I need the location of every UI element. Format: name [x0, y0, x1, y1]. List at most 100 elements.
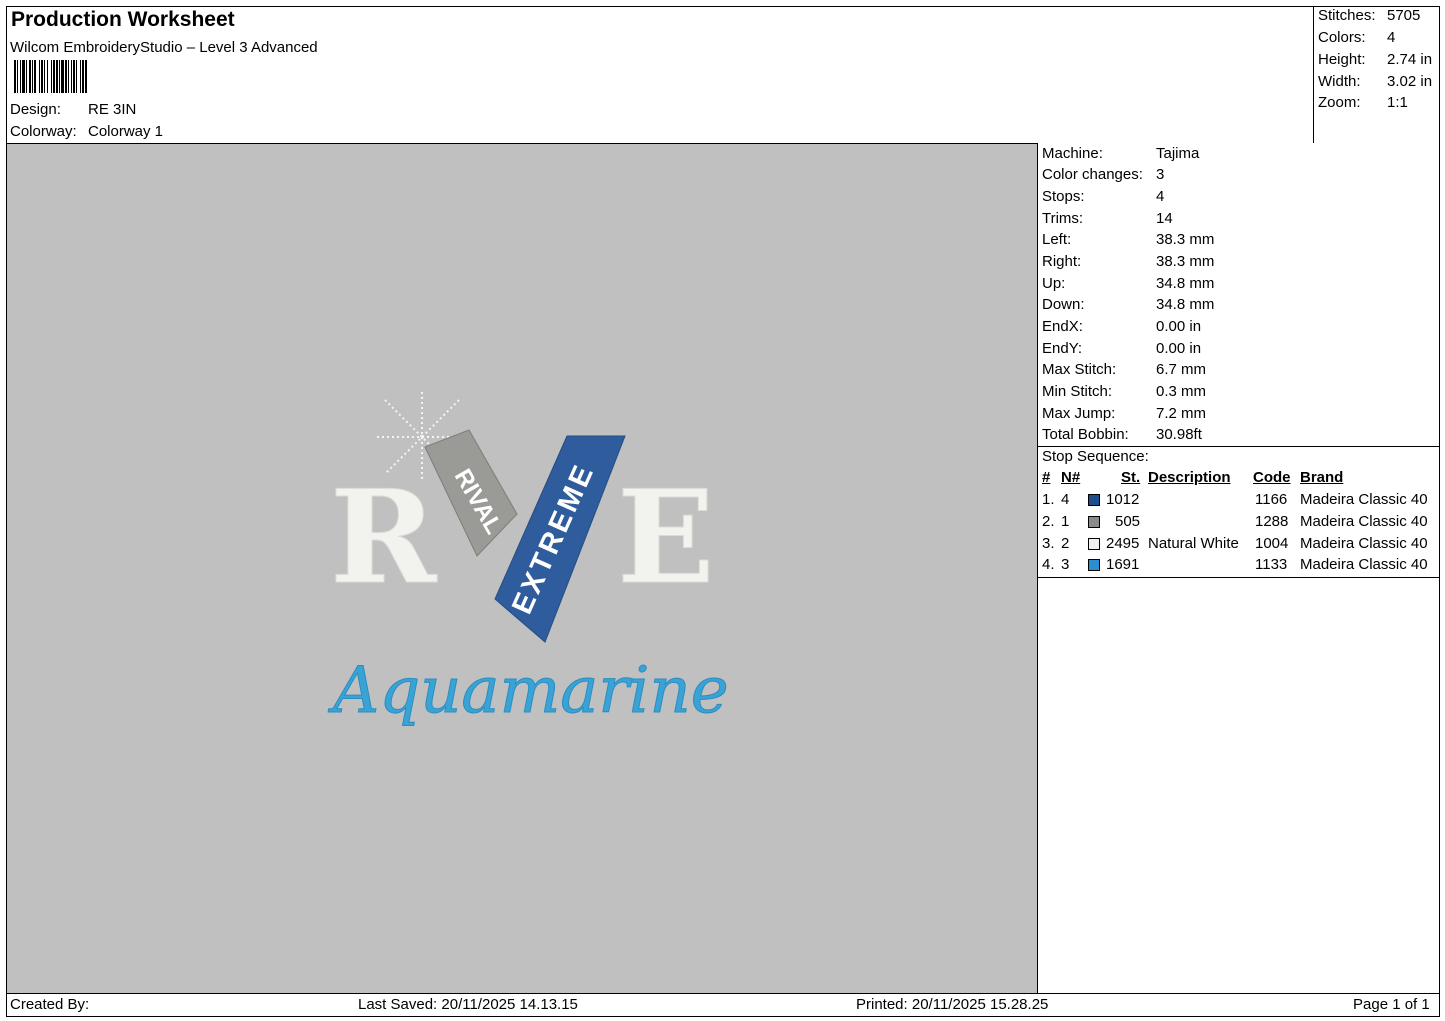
- barcode-bar: [29, 60, 31, 93]
- sequence-title: Stop Sequence:: [1042, 448, 1149, 465]
- design-label: Design:: [10, 101, 61, 118]
- spec-row: Min Stitch: 0.3 mm: [1042, 383, 1206, 400]
- spec-label: EndY:: [1042, 340, 1083, 357]
- last-saved: Last Saved: 20/11/2025 14.13.15: [358, 996, 578, 1013]
- barcode-bar: [59, 60, 60, 93]
- footer: Created By: Last Saved: 20/11/2025 14.13…: [6, 993, 1440, 1018]
- created-by: Created By:: [10, 996, 90, 1013]
- row-brand: Madeira Classic 40: [1300, 535, 1428, 552]
- spec-label: Down:: [1042, 296, 1085, 313]
- barcode-bar: [82, 60, 84, 93]
- spec-row: Max Jump: 7.2 mm: [1042, 405, 1206, 422]
- spec-row: Down: 34.8 mm: [1042, 296, 1214, 313]
- spec-label: Left:: [1042, 231, 1072, 248]
- stats-box: Stitches: 5705 Colors: 4 Height: 2.74 in Wi…: [1313, 6, 1440, 143]
- spec-value: 0.00 in: [1156, 318, 1202, 335]
- spec-label: Total Bobbin:: [1042, 426, 1129, 443]
- row-brand: Madeira Classic 40: [1300, 556, 1428, 573]
- stat-value: 5705: [1387, 7, 1421, 24]
- stat-row: Zoom: 1:1: [1318, 94, 1408, 111]
- spec-label: Max Jump:: [1042, 405, 1116, 422]
- barcode-bar: [73, 60, 75, 93]
- barcode-bar: [76, 60, 77, 93]
- design-value: RE 3IN: [88, 101, 137, 118]
- stat-label: Height:: [1318, 51, 1366, 68]
- spec-value: 34.8 mm: [1156, 275, 1215, 292]
- spec-value: Tajima: [1156, 145, 1200, 162]
- spec-row: Left: 38.3 mm: [1042, 231, 1214, 248]
- spec-label: EndX:: [1042, 318, 1083, 335]
- color-swatch: [1088, 538, 1100, 550]
- barcode-bar: [53, 60, 55, 93]
- spec-value: 0.3 mm: [1156, 383, 1207, 400]
- spec-row: EndX: 0.00 in: [1042, 318, 1201, 335]
- spec-row: EndY: 0.00 in: [1042, 340, 1201, 357]
- barcode-bar: [39, 60, 40, 93]
- spec-label: Min Stitch:: [1042, 383, 1113, 400]
- stat-label: Zoom:: [1318, 94, 1361, 111]
- spec-value: 38.3 mm: [1156, 253, 1215, 270]
- row-needle: 3: [1061, 556, 1070, 573]
- barcode-bar: [68, 60, 69, 93]
- col-header-num: #: [1042, 469, 1051, 486]
- script-word: Aquamarine: [328, 654, 729, 728]
- spec-label: Trims:: [1042, 210, 1084, 227]
- colorway-label: Colorway:: [10, 123, 77, 140]
- spec-row: Total Bobbin: 30.98ft: [1042, 426, 1202, 443]
- barcode-bar: [44, 60, 45, 93]
- divider: [1038, 577, 1440, 578]
- spec-row: Stops: 4: [1042, 188, 1164, 205]
- spec-value: 4: [1156, 188, 1165, 205]
- row-num: 2.: [1042, 513, 1055, 530]
- navy-banner: EXTREME: [494, 435, 626, 643]
- table-row: 1. 4 1012 1166 Madeira Classic 40: [1038, 491, 1440, 512]
- page-number: Page 1 of 1: [1353, 996, 1430, 1013]
- stat-row: Width: 3.02 in: [1318, 73, 1432, 90]
- row-code: 1004: [1255, 535, 1289, 552]
- barcode-bar: [65, 60, 67, 93]
- stat-row: Height: 2.74 in: [1318, 51, 1432, 68]
- row-needle: 2: [1061, 535, 1070, 552]
- design-preview: R E RIVAL EXTREME Aquamarine: [7, 143, 1037, 994]
- barcode-bar: [17, 60, 18, 93]
- row-num: 4.: [1042, 556, 1055, 573]
- stat-label: Width:: [1318, 73, 1361, 90]
- spec-value: 0.00 in: [1156, 340, 1202, 357]
- barcode-bar: [34, 60, 36, 93]
- row-stitches: 1691: [1106, 556, 1140, 573]
- stat-value: 2.74 in: [1387, 51, 1433, 68]
- spec-label: Machine:: [1042, 145, 1103, 162]
- spec-row: Right: 38.3 mm: [1042, 253, 1214, 270]
- stat-label: Colors:: [1318, 29, 1366, 46]
- barcode-bar: [22, 60, 25, 93]
- row-needle: 4: [1061, 491, 1070, 508]
- col-header-brand: Brand: [1300, 469, 1344, 486]
- spec-label: Max Stitch:: [1042, 361, 1117, 378]
- table-row: 4. 3 1691 1133 Madeira Classic 40: [1038, 556, 1440, 577]
- row-brand: Madeira Classic 40: [1300, 491, 1428, 508]
- divider: [1038, 446, 1440, 447]
- row-stitches: 505: [1115, 513, 1141, 530]
- barcode-bar: [51, 60, 52, 93]
- colorway-value: Colorway 1: [88, 123, 164, 140]
- spec-row: Machine: Tajima: [1042, 145, 1199, 162]
- barcode-bar: [71, 60, 72, 93]
- color-swatch: [1088, 559, 1100, 571]
- col-header-n: N#: [1061, 469, 1081, 486]
- col-header-description: Description: [1148, 469, 1231, 486]
- colorway-row: Colorway: Colorway 1: [10, 123, 163, 140]
- row-num: 3.: [1042, 535, 1055, 552]
- barcode-bar: [56, 60, 58, 93]
- spec-row: Trims: 14: [1042, 210, 1173, 227]
- barcode-bar: [32, 60, 33, 93]
- spec-label: Right:: [1042, 253, 1082, 270]
- row-stitches: 2495: [1106, 535, 1140, 552]
- stat-label: Stitches:: [1318, 7, 1376, 24]
- page-title: Production Worksheet: [11, 8, 235, 31]
- stat-value: 4: [1387, 29, 1396, 46]
- design-row: Design: RE 3IN: [10, 101, 136, 118]
- letter-e: E: [617, 463, 715, 613]
- row-code: 1133: [1255, 556, 1288, 573]
- stat-row: Stitches: 5705: [1318, 7, 1420, 24]
- stat-value: 3.02 in: [1387, 73, 1433, 90]
